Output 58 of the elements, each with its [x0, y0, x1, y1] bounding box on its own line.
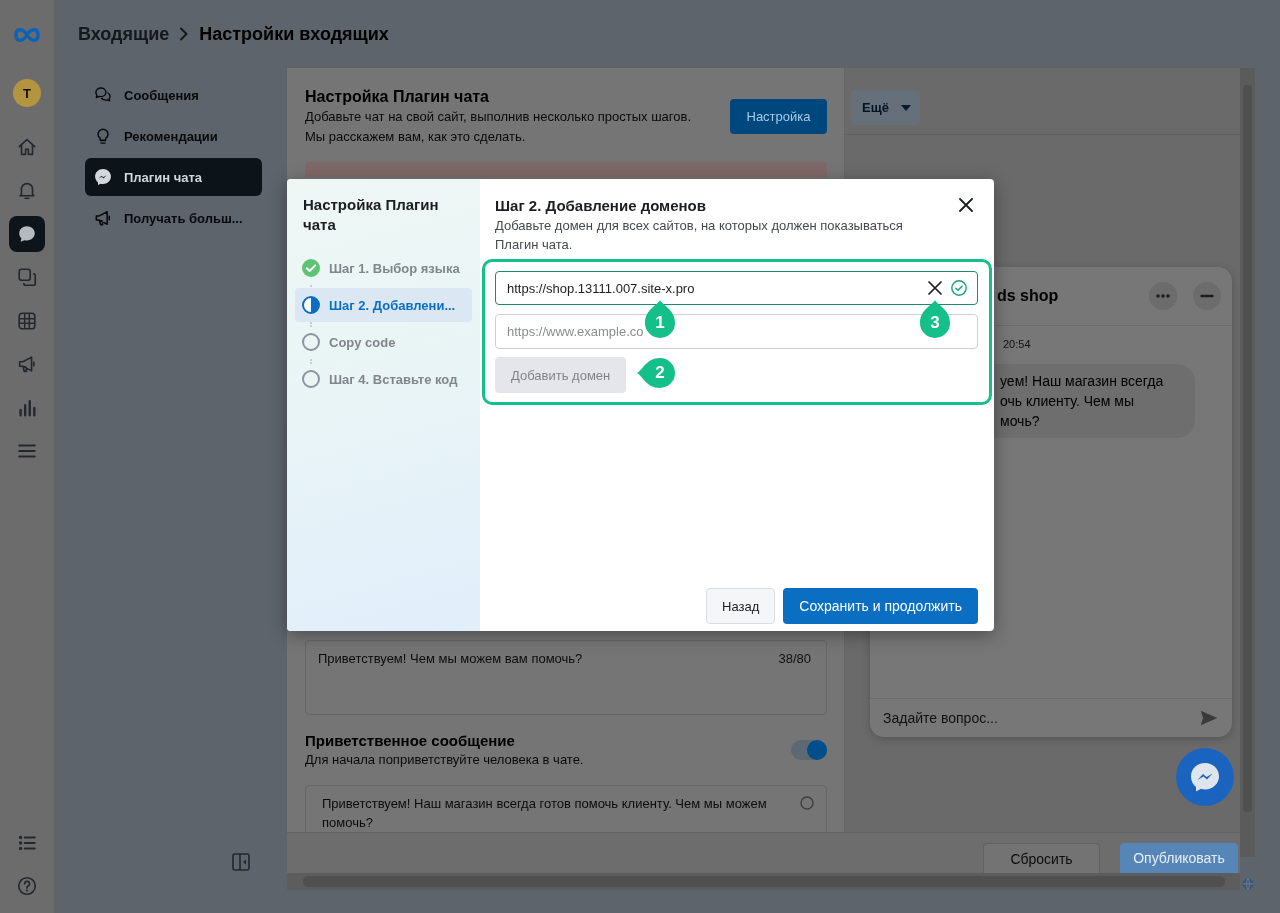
user-avatar[interactable]: T — [13, 79, 41, 107]
toggle-switch[interactable] — [791, 740, 827, 760]
dropdown-button[interactable]: Ещё — [851, 90, 920, 125]
subnav-item[interactable]: Рекомендации — [85, 117, 262, 155]
step-item[interactable]: Шаг 1. Выбор языка — [295, 251, 472, 285]
minimize-icon[interactable] — [1193, 282, 1221, 310]
check-circle-icon — [302, 259, 320, 277]
panel-toggle-icon[interactable] — [232, 853, 250, 871]
chat-bubble-icon[interactable] — [9, 215, 45, 252]
megaphone-icon — [93, 208, 113, 228]
subnav-item[interactable]: Получать больш... — [85, 199, 262, 237]
save-continue-button[interactable]: Сохранить и продолжить — [783, 588, 978, 624]
caret-down-icon — [900, 104, 911, 111]
step-item[interactable]: Шаг 2. Добавлени... — [295, 288, 472, 322]
message-field[interactable]: Приветствуем! Чем мы можем вам помочь? 38/80 — [305, 640, 827, 715]
message-input[interactable]: Задайте вопрос... — [883, 710, 998, 726]
bolt-bubble-icon — [93, 167, 113, 187]
callout-marker: 1 — [645, 300, 675, 338]
chat-name: ds shop — [997, 287, 1059, 305]
callout-marker: 3 — [920, 300, 950, 338]
publish-button[interactable]: Опубликовать — [1120, 843, 1238, 873]
grid-icon[interactable] — [16, 309, 38, 332]
help-icon[interactable] — [16, 875, 38, 898]
page-title: Настройки входящих — [199, 23, 389, 45]
subnav-item[interactable]: Сообщения — [85, 76, 262, 114]
close-icon[interactable] — [959, 198, 973, 212]
character-counter: 38/80 — [778, 650, 811, 668]
dialog-description: Добавьте домен для всех сайтов, на которых должен показываться Плагин чата. — [495, 217, 904, 254]
message-time: 20:54 — [1003, 337, 1031, 351]
empty-circle-icon — [302, 333, 320, 351]
url-input[interactable]: https://shop.13111.007.site-x.pro — [495, 271, 978, 305]
empty-circle-icon — [302, 370, 320, 388]
bolt-bubble-icon[interactable] — [1176, 748, 1234, 806]
breadcrumb-link[interactable]: Входящие — [78, 23, 170, 45]
section-description: Добавьте чат на свой сайт, выполнив несколько простых шагов. Мы расскажем вам, как это сделать. — [305, 108, 693, 146]
clear-icon[interactable] — [928, 281, 942, 295]
section-title: Приветственное сообщение — [305, 731, 516, 751]
callout-marker: 2 — [637, 358, 675, 388]
circle-icon[interactable] — [800, 796, 814, 810]
vertical-scrollbar[interactable] — [1240, 68, 1255, 858]
chat-bubbles-icon — [93, 85, 113, 105]
pages-icon[interactable] — [16, 266, 38, 289]
chevron-right-icon — [179, 27, 190, 41]
dialog-sidebar-title: Настройка Плагин чата — [302, 195, 440, 235]
section-title: Настройка Плагин чата — [305, 87, 490, 107]
section-description: Для начала поприветствуйте человека в чате. — [305, 751, 584, 769]
message-bubble: уем! Наш магазин всегда очь клиенту. Чем мы мочь? — [994, 364, 1195, 438]
step-item[interactable]: Copy code — [295, 325, 472, 359]
horizontal-scrollbar[interactable] — [287, 873, 1240, 890]
globe-icon[interactable] — [1241, 878, 1254, 890]
setup-button[interactable]: Настройка — [730, 99, 827, 134]
half-circle-icon — [302, 296, 320, 314]
dots-icon[interactable] — [1149, 282, 1177, 310]
step-item[interactable]: Шаг 4. Вставьте код — [295, 362, 472, 396]
back-button[interactable]: Назад — [706, 588, 776, 624]
dialog-title: Шаг 2. Добавление доменов — [495, 196, 706, 214]
reset-button[interactable]: Сбросить — [983, 843, 1100, 873]
subnav-item[interactable]: Плагин чата — [85, 158, 262, 196]
